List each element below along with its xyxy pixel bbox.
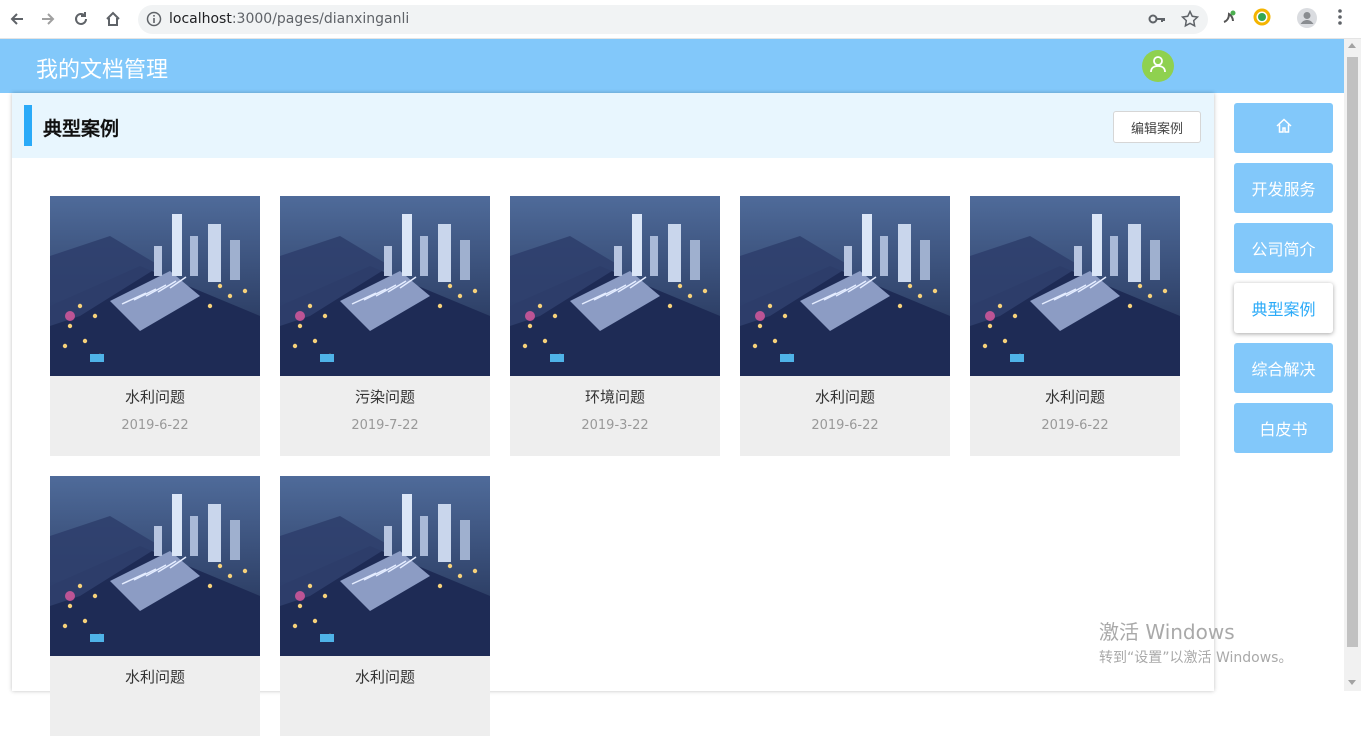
scroll-down-icon[interactable]: [1348, 680, 1356, 685]
back-icon[interactable]: [5, 7, 29, 31]
case-thumbnail: [740, 196, 950, 376]
url-text: localhost:3000/pages/dianxinganli: [169, 11, 410, 27]
nav-home[interactable]: [1234, 103, 1333, 153]
address-bar[interactable]: localhost:3000/pages/dianxinganli: [138, 5, 1208, 34]
avatar[interactable]: [1142, 50, 1174, 82]
case-thumbnail: [280, 196, 490, 376]
case-date: 2019-3-22: [581, 418, 649, 433]
case-title: 水利问题: [1044, 388, 1105, 406]
extension-color-icon[interactable]: [1253, 8, 1271, 30]
aerial-city-image: [50, 476, 260, 656]
aerial-city-image: [280, 196, 490, 376]
aerial-city-image: [510, 196, 720, 376]
aerial-city-image: [280, 476, 490, 656]
aerial-city-image: [970, 196, 1180, 376]
windows-activation-watermark: 激活 Windows 转到“设置”以激活 Windows。: [1099, 616, 1292, 667]
case-card[interactable]: 水利问题 2019-6-22: [740, 196, 950, 456]
heading-accent-bar: [24, 105, 32, 146]
aerial-city-image: [50, 196, 260, 376]
watermark-line-2: 转到“设置”以激活 Windows。: [1099, 650, 1293, 666]
case-date: 2019-6-22: [121, 418, 189, 433]
home-icon: [1275, 117, 1293, 139]
nav-item-solutions[interactable]: 综合解决: [1234, 343, 1333, 393]
user-icon: [1149, 55, 1167, 77]
app-header: 我的文档管理: [0, 39, 1344, 93]
page-scrollbar[interactable]: [1344, 39, 1361, 691]
nav-item-typical-cases[interactable]: 典型案例: [1234, 283, 1333, 333]
case-title: 环境问题: [584, 388, 645, 406]
nav-item-dev-services[interactable]: 开发服务: [1234, 163, 1333, 213]
case-thumbnail: [50, 476, 260, 656]
case-thumbnail: [280, 476, 490, 656]
nav-item-whitepaper[interactable]: 白皮书: [1234, 403, 1333, 453]
case-card[interactable]: 环境问题 2019-3-22: [510, 196, 720, 456]
scroll-up-icon[interactable]: [1348, 43, 1356, 48]
key-icon[interactable]: [1148, 11, 1166, 31]
app-title: 我的文档管理: [36, 58, 169, 83]
case-card[interactable]: 水利问题: [50, 476, 260, 736]
case-card[interactable]: 水利问题: [280, 476, 490, 736]
case-thumbnail: [50, 196, 260, 376]
extension-icon[interactable]: [1221, 8, 1239, 30]
home-browser-icon[interactable]: [101, 7, 125, 31]
edit-cases-button[interactable]: 编辑案例: [1113, 111, 1201, 143]
case-title: 水利问题: [814, 388, 875, 406]
case-title: 水利问题: [124, 388, 185, 406]
star-icon[interactable]: [1180, 9, 1200, 32]
case-date: 2019-7-22: [351, 418, 419, 433]
watermark-line-1: 激活 Windows: [1099, 620, 1235, 644]
case-card[interactable]: 污染问题 2019-7-22: [280, 196, 490, 456]
case-thumbnail: [510, 196, 720, 376]
case-thumbnail: [970, 196, 1180, 376]
case-title: 污染问题: [354, 388, 415, 406]
forward-icon[interactable]: [36, 7, 60, 31]
page-title: 典型案例: [43, 118, 120, 140]
section-header: 典型案例 编辑案例: [12, 93, 1214, 158]
info-icon[interactable]: [146, 11, 162, 31]
case-card[interactable]: 水利问题 2019-6-22: [50, 196, 260, 456]
aerial-city-image: [740, 196, 950, 376]
nav-item-company-intro[interactable]: 公司简介: [1234, 223, 1333, 273]
case-title: 水利问题: [354, 668, 415, 686]
profile-icon[interactable]: [1296, 7, 1318, 33]
menu-dots-icon[interactable]: [1332, 8, 1348, 30]
case-title: 水利问题: [124, 668, 185, 686]
case-card[interactable]: 水利问题 2019-6-22: [970, 196, 1180, 456]
case-date: 2019-6-22: [811, 418, 879, 433]
browser-toolbar: localhost:3000/pages/dianxinganli: [0, 0, 1361, 39]
reload-icon[interactable]: [69, 7, 93, 31]
scrollbar-thumb[interactable]: [1347, 57, 1358, 647]
case-date: 2019-6-22: [1041, 418, 1109, 433]
